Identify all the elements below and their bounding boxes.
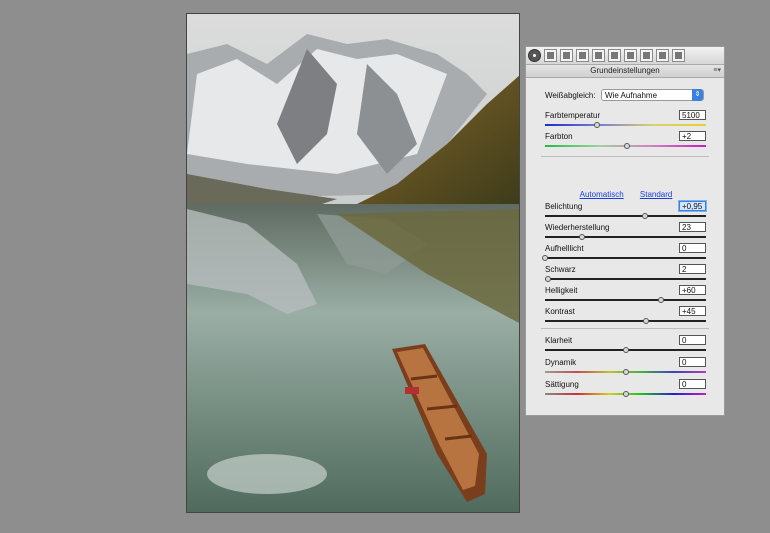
slider-helligkeit: Helligkeit +60 <box>545 285 706 306</box>
slider-value-field[interactable]: +0,95 <box>679 201 706 211</box>
slider-label: Wiederherstellung <box>545 223 610 232</box>
slider-thumb[interactable] <box>622 347 629 353</box>
slider-label: Farbton <box>545 132 573 141</box>
slider-value-field[interactable]: +45 <box>679 306 706 316</box>
snapshots-tab-icon[interactable] <box>672 49 685 62</box>
lake-landscape-image <box>187 14 519 512</box>
slider-thumb[interactable] <box>622 391 629 397</box>
slider-farbton: Farbton +2 <box>545 131 706 152</box>
slider-thumb[interactable] <box>545 276 552 282</box>
panel-title-bar: Grundeinstellungen ≡▾ <box>526 65 724 78</box>
lens-tab-icon[interactable] <box>608 49 621 62</box>
slider-value-field[interactable]: +60 <box>679 285 706 295</box>
slider-label: Farbtemperatur <box>545 111 601 120</box>
divider <box>541 328 709 329</box>
slider-track[interactable] <box>545 278 706 280</box>
slider-aufhelllicht: Aufhelllicht 0 <box>542 243 706 264</box>
slider-label: Aufhelllicht <box>545 244 584 253</box>
slider-label: Schwarz <box>545 265 576 274</box>
photo-preview <box>186 13 520 513</box>
basic-tab-icon[interactable] <box>528 49 541 62</box>
camera-calibration-tab-icon[interactable] <box>640 49 653 62</box>
white-balance-row: Weißabgleich: Wie Aufnahme ⇕ <box>545 89 705 103</box>
slider-track[interactable] <box>545 257 706 259</box>
camera-raw-basic-panel: Grundeinstellungen ≡▾ Weißabgleich: Wie … <box>525 46 725 416</box>
slider-track[interactable] <box>545 320 706 322</box>
slider-value-field[interactable]: 0 <box>679 379 706 389</box>
panel-tab-bar <box>526 47 724 65</box>
white-balance-value: Wie Aufnahme <box>605 91 658 100</box>
default-link[interactable]: Standard <box>640 190 672 199</box>
auto-link[interactable]: Automatisch <box>580 190 624 199</box>
slider-thumb[interactable] <box>579 234 586 240</box>
divider <box>541 156 709 157</box>
slider-thumb[interactable] <box>641 213 648 219</box>
slider-sättigung: Sättigung 0 <box>545 379 706 400</box>
slider-track[interactable] <box>545 124 706 126</box>
panel-menu-icon[interactable]: ≡▾ <box>713 65 721 77</box>
slider-value-field[interactable]: 5100 <box>679 110 706 120</box>
slider-value-field[interactable]: 0 <box>679 357 706 367</box>
white-balance-label: Weißabgleich: <box>545 91 596 100</box>
fx-tab-icon[interactable] <box>624 49 637 62</box>
slider-value-field[interactable]: +2 <box>679 131 706 141</box>
slider-thumb[interactable] <box>657 297 664 303</box>
slider-value-field[interactable]: 0 <box>679 243 706 253</box>
slider-dynamik: Dynamik 0 <box>545 357 706 378</box>
presets-tab-icon[interactable] <box>656 49 669 62</box>
slider-value-field[interactable]: 23 <box>679 222 706 232</box>
white-balance-select[interactable]: Wie Aufnahme ⇕ <box>601 89 704 101</box>
slider-label: Belichtung <box>545 202 583 211</box>
slider-thumb[interactable] <box>622 369 629 375</box>
slider-label: Helligkeit <box>545 286 578 295</box>
slider-label: Kontrast <box>545 307 575 316</box>
slider-wiederherstellung: Wiederherstellung 23 <box>545 222 706 243</box>
slider-value-field[interactable]: 2 <box>679 264 706 274</box>
slider-thumb[interactable] <box>624 143 631 149</box>
slider-thumb[interactable] <box>643 318 650 324</box>
slider-thumb[interactable] <box>542 255 548 261</box>
split-toning-tab-icon[interactable] <box>592 49 605 62</box>
slider-belichtung: Belichtung +0,95 <box>545 201 706 222</box>
slider-label: Sättigung <box>545 380 579 389</box>
slider-track[interactable] <box>545 299 706 301</box>
select-arrows-icon: ⇕ <box>692 89 703 101</box>
panel-title: Grundeinstellungen <box>590 66 660 75</box>
slider-label: Klarheit <box>545 336 573 345</box>
auto-default-row: Automatisch Standard <box>526 190 726 199</box>
slider-value-field[interactable]: 0 <box>679 335 706 345</box>
slider-kontrast: Kontrast +45 <box>545 306 706 327</box>
slider-klarheit: Klarheit 0 <box>545 335 706 356</box>
slider-schwarz: Schwarz 2 <box>545 264 706 285</box>
detail-tab-icon[interactable] <box>560 49 573 62</box>
slider-thumb[interactable] <box>593 122 600 128</box>
slider-farbtemperatur: Farbtemperatur 5100 <box>545 110 706 131</box>
slider-track[interactable] <box>545 215 706 217</box>
slider-label: Dynamik <box>545 358 577 367</box>
slider-track[interactable] <box>545 236 706 238</box>
tone-curve-tab-icon[interactable] <box>544 49 557 62</box>
hsl-tab-icon[interactable] <box>576 49 589 62</box>
